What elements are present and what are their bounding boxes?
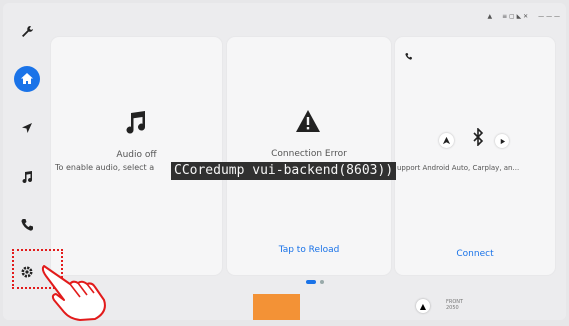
phone-icon-small [404,46,413,65]
audio-hint: To enable audio, select a [55,163,155,172]
music-icon[interactable] [14,164,40,190]
chevron-up-icon[interactable]: ▲ [416,299,430,313]
page-dot-active[interactable] [306,280,316,284]
warning-icon [295,109,321,137]
status-bar: ▲ ≡ ▢ ◣ ✕ — — — [487,13,560,20]
phone-icon[interactable] [14,212,40,238]
projection-hint: upport Android Auto, Carplay, an... [397,164,520,172]
status-item: ▲ [487,13,493,20]
seat-label: FRONT 2050 [446,299,463,311]
coredump-overlay: CCoredump vui-backend(8603)) [171,162,397,180]
bluetooth-icon [472,127,484,150]
pointing-hand-icon [40,262,110,326]
navigation-icon[interactable] [14,115,40,141]
audio-status: Audio off [116,150,157,160]
connection-card[interactable]: Connection Error Tap to Reload [227,37,391,275]
connection-error-title: Connection Error [271,149,347,159]
phone-projection-card[interactable]: upport Android Auto, Carplay, an... Conn… [395,37,555,275]
seat-sub-text: 2050 [446,305,459,311]
orange-block [253,294,300,320]
music-note-icon [123,109,149,139]
status-item: ≡ ▢ ◣ ✕ [502,13,529,20]
carplay-icon [495,134,509,148]
page-indicator[interactable] [306,280,324,284]
connect-button[interactable]: Connect [395,249,555,259]
wrench-icon[interactable] [14,19,40,45]
home-icon[interactable] [14,66,40,92]
reload-button[interactable]: Tap to Reload [227,245,391,255]
page-dot[interactable] [320,280,324,284]
status-item: — — — [538,13,560,20]
audio-card[interactable]: Audio off To enable audio, select a [51,37,222,275]
android-auto-icon [439,133,454,148]
